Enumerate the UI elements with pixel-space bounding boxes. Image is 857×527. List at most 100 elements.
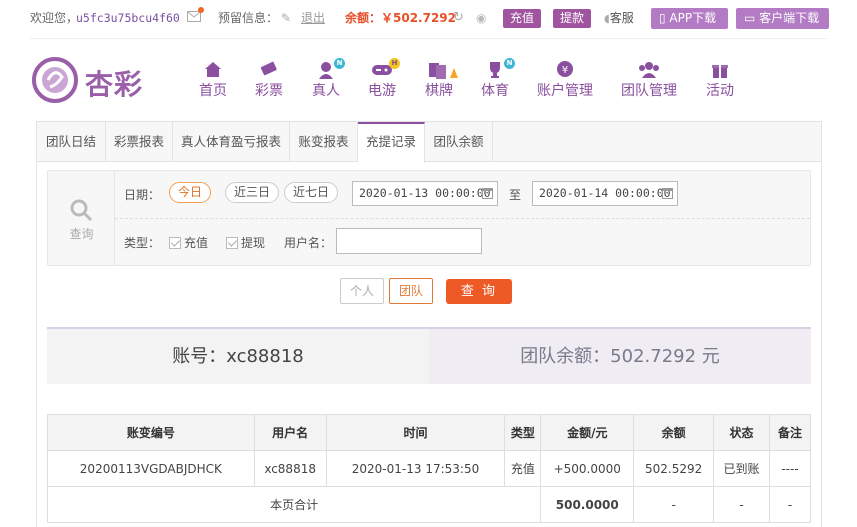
type-withdraw-checkbox[interactable]: 提现 — [226, 234, 266, 250]
app-download-button[interactable]: ▯ APP下载 — [651, 8, 728, 29]
record-type: 充值 — [504, 450, 542, 487]
col-header: 账变编号 — [47, 414, 255, 451]
calendar-icon[interactable] — [482, 188, 493, 199]
phone-icon: ▯ — [659, 11, 670, 25]
nav-label: 体育 — [481, 83, 509, 99]
divider — [30, 38, 827, 39]
col-header: 金额/元 — [540, 414, 635, 451]
username-label: 用户名： — [284, 236, 333, 250]
query-sidebar: 查询 — [48, 171, 115, 265]
col-header: 状态 — [713, 414, 770, 451]
deposit-button[interactable]: 充值 — [503, 9, 542, 28]
refresh-icon[interactable]: ↻ — [453, 0, 464, 36]
username-link[interactable]: u5fc3u75bcu4f60 — [76, 0, 180, 36]
query-button[interactable]: 查 询 — [446, 279, 512, 304]
report-tabs: 团队日结 彩票报表 真人体育盈亏报表 账变报表 充提记录 团队余额 — [37, 122, 821, 163]
tab-deposit-withdraw-records[interactable]: 充提记录 — [358, 122, 425, 163]
nav-sports[interactable]: N 体育 — [480, 58, 515, 100]
col-header: 类型 — [504, 414, 542, 451]
date-today-pill[interactable]: 今日 — [169, 182, 212, 203]
calendar-icon[interactable] — [662, 188, 673, 199]
nav-label: 电游 — [368, 83, 396, 99]
account-icon: ¥ — [537, 60, 593, 82]
withdraw-button[interactable]: 提款 — [553, 9, 592, 28]
col-header: 时间 — [325, 414, 506, 451]
nav-live[interactable]: N 真人 — [311, 58, 345, 100]
date-from-input[interactable]: 2020-01-13 00:00:00 — [352, 181, 498, 206]
personal-scope-button[interactable]: 个人 — [340, 278, 385, 304]
nav-team[interactable]: 团队管理 — [621, 60, 677, 100]
account-summary: 账号：xc88818 — [47, 329, 429, 384]
nav-label: 账户管理 — [537, 83, 593, 99]
nav-egames[interactable]: H 电游 — [367, 58, 400, 100]
gamepad-icon: H — [367, 58, 400, 82]
checkbox-box — [226, 237, 238, 249]
total-label: 本页合计 — [46, 486, 542, 523]
tab-account-changes[interactable]: 账变报表 — [290, 122, 358, 162]
team-balance-summary: 团队余额：502.7292 元 — [429, 329, 811, 384]
gift-icon — [705, 60, 735, 82]
edit-icon[interactable]: ✎ — [281, 0, 291, 36]
date-to-input[interactable]: 2020-01-14 00:00:00 — [532, 181, 678, 206]
customer-service-link[interactable]: ◖客服 — [604, 0, 634, 36]
client-download-button[interactable]: ▭ 客户端下载 — [736, 8, 829, 29]
tab-team-daily[interactable]: 团队日结 — [37, 122, 106, 162]
logo-emblem-icon — [32, 57, 78, 103]
nav-cards[interactable]: 棋牌 — [424, 60, 458, 100]
checkbox-box — [169, 237, 181, 249]
date-from-value: 2020-01-13 00:00:00 — [359, 186, 491, 200]
search-icon — [70, 199, 93, 222]
logout-link[interactable]: 退出 — [301, 0, 325, 36]
team-scope-button[interactable]: 团队 — [389, 278, 434, 304]
record-balance: 502.5292 — [633, 450, 715, 487]
nav-home[interactable]: 首页 — [198, 60, 228, 100]
dealer-icon: N — [311, 58, 345, 82]
record-time: 2020-01-13 17:53:50 — [325, 450, 506, 487]
filter-divider — [115, 218, 810, 219]
total-status: - — [713, 486, 770, 523]
nav-account[interactable]: ¥ 账户管理 — [537, 60, 593, 100]
username-input[interactable] — [336, 228, 482, 254]
svg-text:¥: ¥ — [562, 65, 568, 76]
eye-hide-icon[interactable]: ◉ — [476, 0, 486, 36]
summary-bar: 账号：xc88818 团队余额：502.7292 元 — [47, 327, 811, 384]
record-username: xc88818 — [253, 450, 327, 487]
hot-badge: H — [389, 58, 400, 69]
date-3days-pill[interactable]: 近三日 — [225, 182, 280, 203]
cards-icon — [424, 60, 458, 82]
nav-lottery[interactable]: 彩票 — [254, 60, 284, 100]
new-badge: N — [504, 58, 515, 69]
welcome-text: 欢迎您， — [30, 11, 79, 25]
records-table: 账变编号 用户名 时间 类型 金额/元 余额 状态 备注 20200113VGD… — [46, 414, 811, 523]
app-download-label: APP下载 — [669, 11, 717, 25]
logo-text: 杏彩 — [85, 68, 144, 101]
trophy-icon: N — [480, 58, 515, 82]
col-header: 用户名 — [253, 414, 327, 451]
mail-icon[interactable] — [187, 7, 204, 23]
date-7days-pill[interactable]: 近七日 — [284, 182, 339, 203]
type-label: 类型： — [124, 236, 161, 250]
team-icon — [621, 60, 677, 82]
date-to-label: 至 — [509, 188, 522, 202]
client-download-label: 客户端下载 — [759, 11, 820, 25]
tab-team-balance[interactable]: 团队余额 — [425, 122, 493, 162]
type-deposit-checkbox[interactable]: 充值 — [169, 234, 208, 250]
table-total-row: 本页合计 500.0000 - - - — [46, 486, 811, 523]
nav-promotions[interactable]: 活动 — [705, 60, 735, 100]
nav-label: 彩票 — [255, 83, 283, 99]
checkbox-label: 提现 — [241, 236, 266, 250]
record-id: 20200113VGDABJDHCK — [47, 450, 255, 487]
nav-label: 活动 — [706, 83, 734, 99]
nav-label: 真人 — [312, 83, 340, 99]
new-badge: N — [334, 58, 345, 69]
notification-dot — [198, 7, 204, 13]
date-to-value: 2020-01-14 00:00:00 — [539, 186, 671, 200]
filter-box: 查询 日期： 今日 近三日 近七日 2020-01-13 00:00:00 至 … — [47, 170, 811, 266]
logo[interactable]: 杏彩 — [30, 55, 160, 107]
tab-live-sports-report[interactable]: 真人体育盈亏报表 — [173, 122, 290, 162]
ticket-icon — [254, 60, 284, 82]
reserve-info-label: 预留信息： — [218, 11, 279, 25]
tab-lottery-report[interactable]: 彩票报表 — [106, 122, 173, 162]
nav-label: 首页 — [199, 83, 227, 99]
query-label: 查询 — [69, 227, 94, 241]
